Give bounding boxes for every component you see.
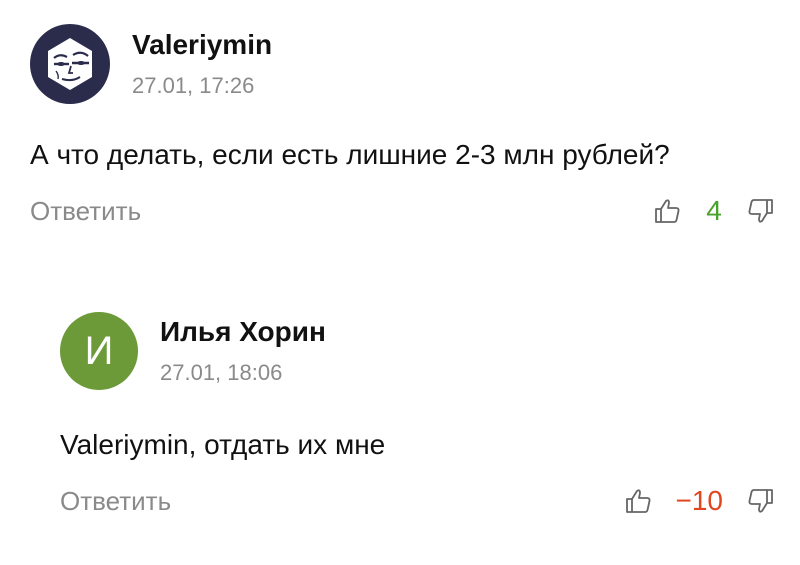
vote-score: 4	[706, 195, 722, 226]
face-sketch-icon	[48, 38, 92, 90]
thumbs-down-icon	[748, 199, 773, 223]
reply-button[interactable]: Ответить	[30, 194, 141, 228]
comment-text: Valeriymin, отдать их мне	[60, 429, 386, 460]
comments-thread: Valeriymin 27.01, 17:26 А что делать, ес…	[0, 0, 800, 565]
thumbs-down-icon	[748, 489, 773, 513]
avatar-initial: И	[84, 329, 114, 373]
comment-actions: Ответить 4	[30, 194, 775, 228]
comment: Valeriymin 27.01, 17:26 А что делать, ес…	[30, 24, 775, 228]
author-name[interactable]: Valeriymin	[132, 29, 272, 61]
vote-score: −10	[675, 485, 724, 516]
reply-button[interactable]: Ответить	[60, 484, 171, 518]
author-name[interactable]: Илья Хорин	[160, 316, 326, 348]
dislike-button[interactable]	[745, 196, 775, 226]
avatar[interactable]: И	[60, 312, 138, 390]
avatar[interactable]	[30, 24, 110, 104]
comment-meta: Valeriymin 27.01, 17:26	[132, 29, 272, 99]
like-button[interactable]	[653, 196, 683, 226]
comment-text: А что делать, если есть лишние 2-3 млн р…	[30, 139, 670, 170]
comment-reply: И Илья Хорин 27.01, 18:06 Valeriymin, от…	[60, 312, 775, 518]
comment-actions: Ответить −10	[60, 484, 775, 518]
comment-time[interactable]: 27.01, 17:26	[132, 73, 272, 99]
comment-header: И Илья Хорин 27.01, 18:06	[60, 312, 775, 390]
dislike-button[interactable]	[745, 486, 775, 516]
thumbs-up-icon	[625, 489, 650, 513]
vote-controls: −10	[624, 484, 776, 518]
comment-meta: Илья Хорин 27.01, 18:06	[160, 316, 326, 386]
comment-time[interactable]: 27.01, 18:06	[160, 360, 326, 386]
thumbs-up-icon	[655, 199, 680, 223]
vote-controls: 4	[653, 194, 775, 228]
comment-header: Valeriymin 27.01, 17:26	[30, 24, 775, 104]
like-button[interactable]	[624, 486, 654, 516]
